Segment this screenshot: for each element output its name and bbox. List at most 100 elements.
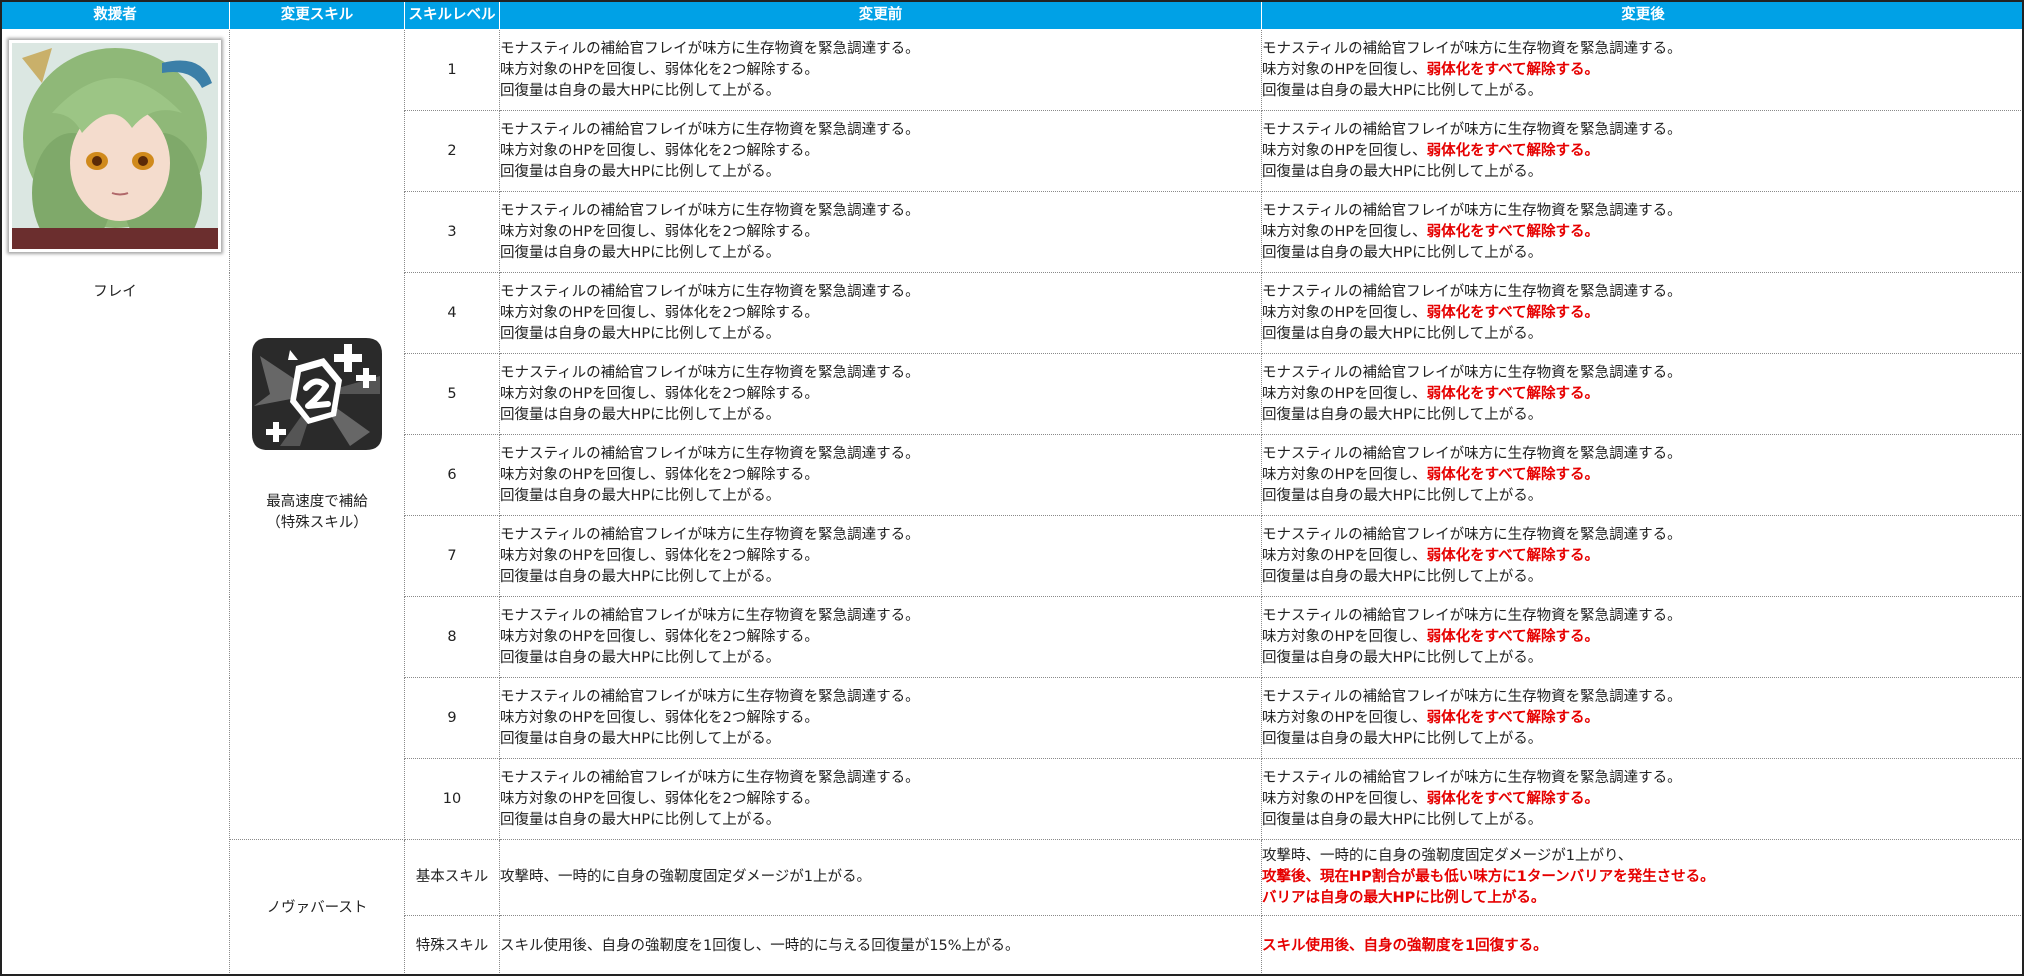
before-line: 味方対象のHPを回復し、弱体化を2つ解除する。 xyxy=(500,142,819,159)
skill-level-cell: 5 xyxy=(404,353,500,435)
skill-level-value: 2 xyxy=(447,142,457,159)
after-line: 味方対象のHPを回復し、弱体化をすべて解除する。 xyxy=(1262,627,2024,648)
skill-change-table: 救援者 変更スキル スキルレベル 変更前 変更後 フレイ 最高速度で補給 （特殊ス… xyxy=(0,0,2024,976)
before-line: 回復量は自身の最大HPに比例して上がる。 xyxy=(500,82,781,99)
after-cell: モナスティルの補給官フレイが味方に生存物資を緊急調達する。 味方対象のHPを回復… xyxy=(1261,272,2024,354)
basic-skill-label-cell: 基本スキル xyxy=(404,839,500,916)
before-line: 味方対象のHPを回復し、弱体化を2つ解除する。 xyxy=(500,304,819,321)
after-line-plain: 味方対象のHPを回復し、 xyxy=(1262,385,1427,402)
skill-level-cell: 8 xyxy=(404,596,500,678)
nova-burst-name: ノヴァバースト xyxy=(266,899,368,916)
skill-level-cell: 2 xyxy=(404,110,500,192)
before-line: モナスティルの補給官フレイが味方に生存物資を緊急調達する。 xyxy=(500,121,920,138)
after-line-highlight: 弱体化をすべて解除する。 xyxy=(1426,790,1600,807)
before-line: 味方対象のHPを回復し、弱体化を2つ解除する。 xyxy=(500,547,819,564)
before-line: モナスティルの補給官フレイが味方に生存物資を緊急調達する。 xyxy=(500,202,920,219)
table-row: ノヴァバースト 基本スキル 攻撃時、一時的に自身の強靭度固定ダメージが1上がる。 攻撃… xyxy=(1,839,2024,976)
after-line: 回復量は自身の最大HPに比例して上がる。 xyxy=(1262,325,1543,342)
before-cell: モナスティルの補給官フレイが味方に生存物資を緊急調達する。 味方対象のHPを回復… xyxy=(499,515,1262,597)
skill-level-value: 1 xyxy=(447,61,457,78)
before-line: 回復量は自身の最大HPに比例して上がる。 xyxy=(500,730,781,747)
after-cell: モナスティルの補給官フレイが味方に生存物資を緊急調達する。 味方対象のHPを回復… xyxy=(1261,434,2024,516)
after-line: モナスティルの補給官フレイが味方に生存物資を緊急調達する。 xyxy=(1262,688,1682,705)
skill-level-value: 9 xyxy=(447,709,457,726)
skill-level-cell: 9 xyxy=(404,677,500,759)
special-skill-name: 最高速度で補給 （特殊スキル） xyxy=(230,492,404,534)
after-line: モナスティルの補給官フレイが味方に生存物資を緊急調達する。 xyxy=(1262,445,1682,462)
before-line: モナスティルの補給官フレイが味方に生存物資を緊急調達する。 xyxy=(500,769,920,786)
skill-change-sheet: 救援者 変更スキル スキルレベル 変更前 変更後 フレイ 最高速度で補給 （特殊ス… xyxy=(0,0,2024,976)
skill-level-value: 8 xyxy=(447,628,457,645)
after-cell: スキル使用後、自身の強靭度を1回復する。 xyxy=(1261,915,2024,976)
after-cell: モナスティルの補給官フレイが味方に生存物資を緊急調達する。 味方対象のHPを回復… xyxy=(1261,29,2024,111)
after-line: 味方対象のHPを回復し、弱体化をすべて解除する。 xyxy=(1262,60,2024,81)
after-line: 味方対象のHPを回復し、弱体化をすべて解除する。 xyxy=(1262,384,2024,405)
after-line: 味方対象のHPを回復し、弱体化をすべて解除する。 xyxy=(1262,222,2024,243)
after-line-highlight: 弱体化をすべて解除する。 xyxy=(1426,223,1600,240)
after-line-highlight: 弱体化をすべて解除する。 xyxy=(1426,304,1600,321)
after-line: 回復量は自身の最大HPに比例して上がる。 xyxy=(1262,163,1543,180)
after-line: 味方対象のHPを回復し、弱体化をすべて解除する。 xyxy=(1262,465,2024,486)
after-line: 回復量は自身の最大HPに比例して上がる。 xyxy=(1262,244,1543,261)
before-cell: モナスティルの補給官フレイが味方に生存物資を緊急調達する。 味方対象のHPを回復… xyxy=(499,758,1262,840)
special-skill-label-cell: 特殊スキル xyxy=(404,915,500,976)
before-line: 味方対象のHPを回復し、弱体化を2つ解除する。 xyxy=(500,709,819,726)
before-line: 味方対象のHPを回復し、弱体化を2つ解除する。 xyxy=(500,466,819,483)
after-cell: 攻撃時、一時的に自身の強靭度固定ダメージが1上がり、 攻撃後、現在HP割合が最も低… xyxy=(1261,839,2024,916)
after-line-plain: 味方対象のHPを回復し、 xyxy=(1262,790,1427,807)
before-line: 味方対象のHPを回復し、弱体化を2つ解除する。 xyxy=(500,61,819,78)
before-line: モナスティルの補給官フレイが味方に生存物資を緊急調達する。 xyxy=(500,688,920,705)
special-skill-label: 特殊スキル xyxy=(415,937,489,954)
special-skill-cell: 最高速度で補給 （特殊スキル） xyxy=(229,29,405,840)
before-line: モナスティルの補給官フレイが味方に生存物資を緊急調達する。 xyxy=(500,445,920,462)
before-line: 回復量は自身の最大HPに比例して上がる。 xyxy=(500,244,781,261)
after-line: 味方対象のHPを回復し、弱体化をすべて解除する。 xyxy=(1262,789,2024,810)
after-line: 味方対象のHPを回復し、弱体化をすべて解除する。 xyxy=(1262,546,2024,567)
after-line: モナスティルの補給官フレイが味方に生存物資を緊急調達する。 xyxy=(1262,202,1682,219)
after-cell: モナスティルの補給官フレイが味方に生存物資を緊急調達する。 味方対象のHPを回復… xyxy=(1261,353,2024,435)
header-level: スキルレベル xyxy=(404,0,500,30)
before-cell: モナスティルの補給官フレイが味方に生存物資を緊急調達する。 味方対象のHPを回復… xyxy=(499,353,1262,435)
before-line: モナスティルの補給官フレイが味方に生存物資を緊急調達する。 xyxy=(500,283,920,300)
table-row: フレイ 最高速度で補給 （特殊スキル） 1 モナスティルの補給官フレイが味方に生存物… xyxy=(0,29,2024,976)
skill-level-cell: 4 xyxy=(404,272,500,354)
header-before: 変更前 xyxy=(499,0,1262,30)
special-skill-before: スキル使用後、自身の強靭度を1回復し、一時的に与える回復量が15%上がる。 xyxy=(500,937,1020,954)
basic-skill-before: 攻撃時、一時的に自身の強靭度固定ダメージが1上がる。 xyxy=(500,869,871,885)
after-line-plain: 味方対象のHPを回復し、 xyxy=(1262,709,1427,726)
after-cell: モナスティルの補給官フレイが味方に生存物資を緊急調達する。 味方対象のHPを回復… xyxy=(1261,110,2024,192)
before-cell: スキル使用後、自身の強靭度を1回復し、一時的に与える回復量が15%上がる。 xyxy=(499,915,1262,976)
before-cell: モナスティルの補給官フレイが味方に生存物資を緊急調達する。 味方対象のHPを回復… xyxy=(499,110,1262,192)
nova-burst-cell: ノヴァバースト xyxy=(229,839,405,976)
basic-skill-label: 基本スキル xyxy=(415,869,489,885)
before-line: 回復量は自身の最大HPに比例して上がる。 xyxy=(500,325,781,342)
after-line-highlight: 弱体化をすべて解除する。 xyxy=(1426,709,1600,726)
before-line: 味方対象のHPを回復し、弱体化を2つ解除する。 xyxy=(500,223,819,240)
before-cell: モナスティルの補給官フレイが味方に生存物資を緊急調達する。 味方対象のHPを回復… xyxy=(499,434,1262,516)
after-line: 回復量は自身の最大HPに比例して上がる。 xyxy=(1262,568,1543,585)
skill-level-value: 5 xyxy=(447,385,457,402)
after-line: モナスティルの補給官フレイが味方に生存物資を緊急調達する。 xyxy=(1262,769,1682,786)
before-cell: モナスティルの補給官フレイが味方に生存物資を緊急調達する。 味方対象のHPを回復… xyxy=(499,191,1262,273)
after-cell: モナスティルの補給官フレイが味方に生存物資を緊急調達する。 味方対象のHPを回復… xyxy=(1261,596,2024,678)
portrait-image xyxy=(12,43,218,249)
after-line-highlight: 弱体化をすべて解除する。 xyxy=(1426,385,1600,402)
before-line: 回復量は自身の最大HPに比例して上がる。 xyxy=(500,163,781,180)
before-line: 味方対象のHPを回復し、弱体化を2つ解除する。 xyxy=(500,385,819,402)
after-line-highlight: 弱体化をすべて解除する。 xyxy=(1426,142,1600,159)
after-line-highlight: 弱体化をすべて解除する。 xyxy=(1426,466,1600,483)
basic-skill-after-highlight: バリアは自身の最大HPに比例して上がる。 xyxy=(1262,890,1546,906)
after-cell: モナスティルの補給官フレイが味方に生存物資を緊急調達する。 味方対象のHPを回復… xyxy=(1261,515,2024,597)
before-line: モナスティルの補給官フレイが味方に生存物資を緊急調達する。 xyxy=(500,364,920,381)
after-cell: モナスティルの補給官フレイが味方に生存物資を緊急調達する。 味方対象のHPを回復… xyxy=(1261,191,2024,273)
after-cell: モナスティルの補給官フレイが味方に生存物資を緊急調達する。 味方対象のHPを回復… xyxy=(1261,758,2024,840)
skill-level-value: 6 xyxy=(447,466,457,483)
after-line: モナスティルの補給官フレイが味方に生存物資を緊急調達する。 xyxy=(1262,364,1682,381)
basic-skill-after-plain: 攻撃時、一時的に自身の強靭度固定ダメージが1上がり、 xyxy=(1262,848,1633,864)
after-line: モナスティルの補給官フレイが味方に生存物資を緊急調達する。 xyxy=(1262,607,1682,624)
before-cell: モナスティルの補給官フレイが味方に生存物資を緊急調達する。 味方対象のHPを回復… xyxy=(499,596,1262,678)
special-skill-after-highlight: スキル使用後、自身の強靭度を1回復する。 xyxy=(1262,937,1548,954)
before-line: モナスティルの補給官フレイが味方に生存物資を緊急調達する。 xyxy=(500,607,920,624)
before-cell: モナスティルの補給官フレイが味方に生存物資を緊急調達する。 味方対象のHPを回復… xyxy=(499,677,1262,759)
after-line: 回復量は自身の最大HPに比例して上がる。 xyxy=(1262,649,1543,666)
